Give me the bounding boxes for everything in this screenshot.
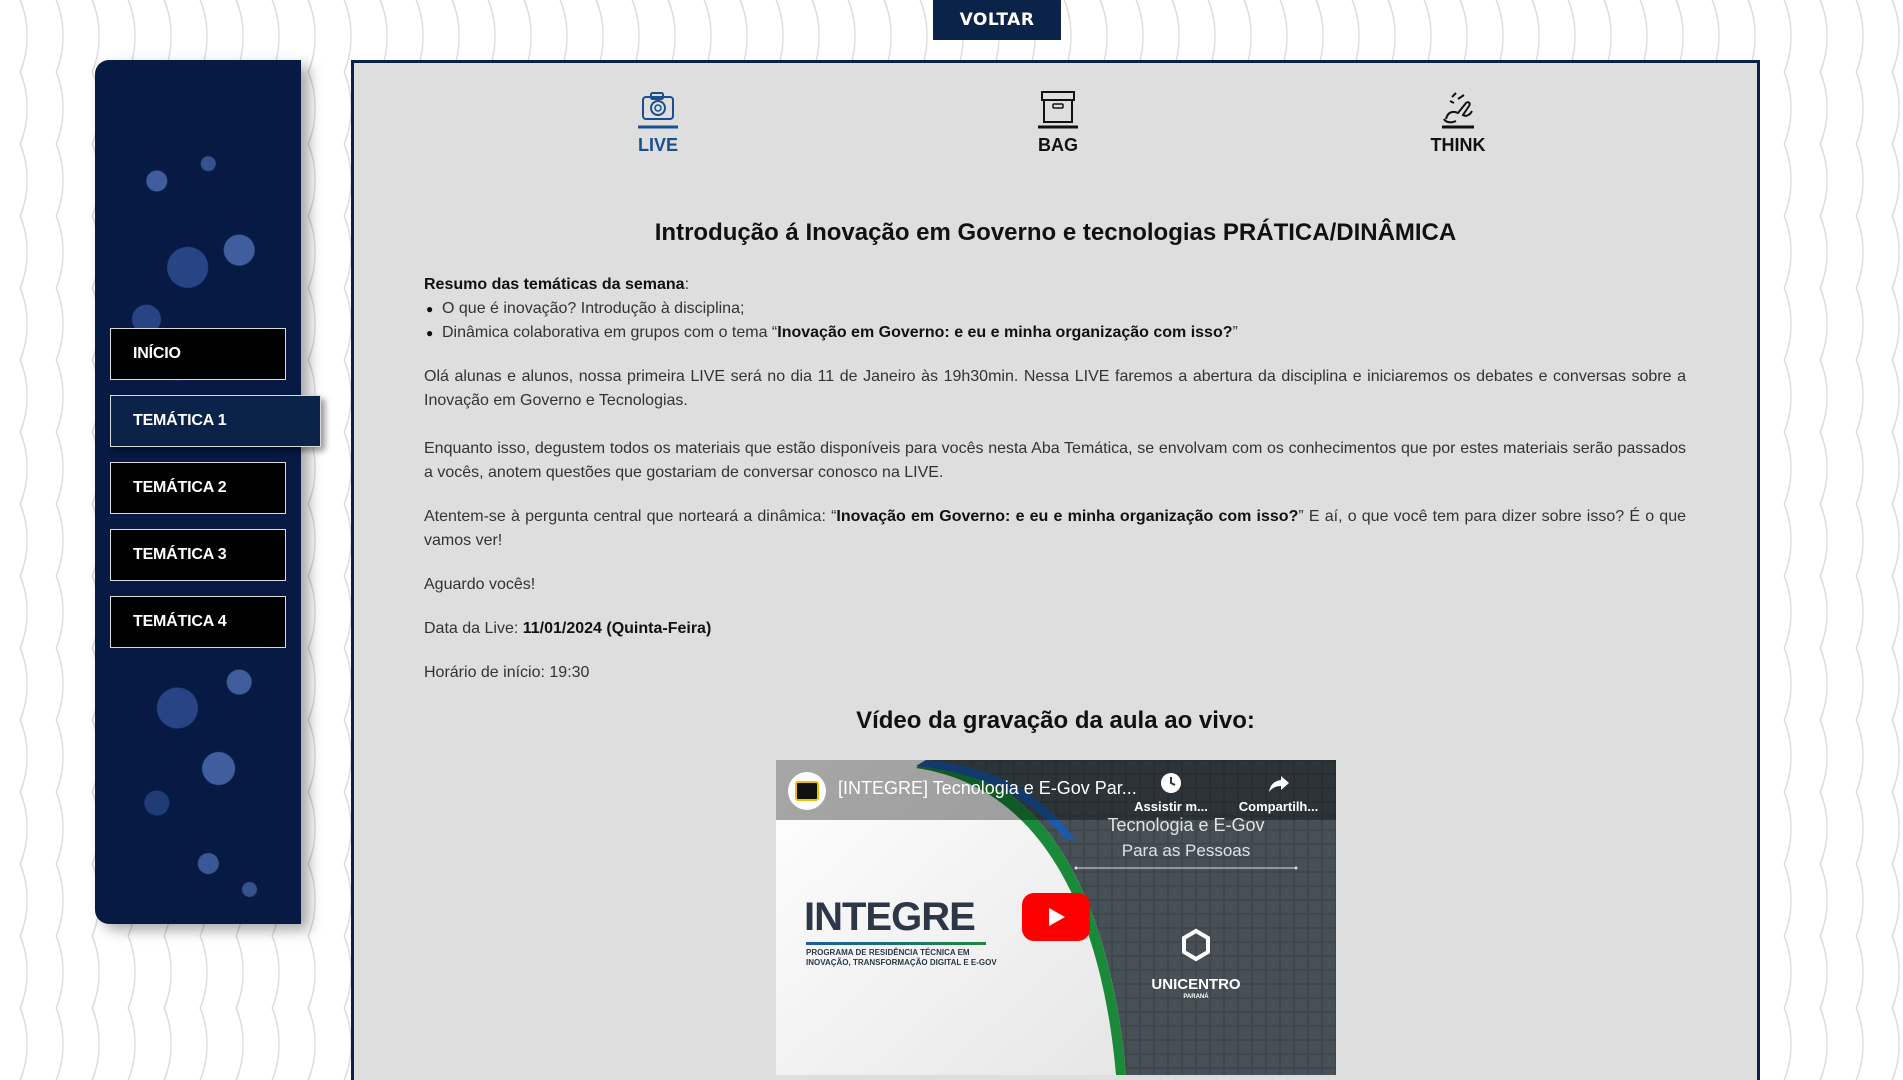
paragraph-materials: Enquanto isso, degustem todos os materia… (424, 440, 1686, 481)
video-heading: Vídeo da gravação da aula ao vivo: (856, 707, 1255, 734)
clock-icon (1161, 773, 1181, 793)
university-subtext: PARANÁ (1183, 994, 1209, 1000)
summary-colon: : (684, 276, 690, 293)
back-button[interactable]: VOLTAR (933, 0, 1061, 40)
video-title[interactable]: [INTEGRE] Tecnologia e E-Gov Par... (838, 778, 1137, 799)
live-date-value: 11/01/2024 (Quinta-Feira) (522, 620, 712, 637)
tab-think-label: THINK (1430, 135, 1486, 155)
youtube-video-embed[interactable]: [INTEGRE] Tecnologia e E-Gov Par... Assi… (776, 760, 1336, 1075)
share-icon (1268, 776, 1289, 792)
bullet-2-bold: Inovação em Governo: e eu e minha organi… (777, 324, 1233, 341)
thumbnail-heading: Tecnologia e E-Gov (1107, 815, 1265, 835)
content-panel: LIVE BAG THINK Introdução á Inovação em … (351, 60, 1760, 1080)
live-date: Data da Live: 11/01/2024 (Quinta-Feira) (424, 617, 1686, 641)
live-description: Resumo das temáticas da semana: O que é … (424, 273, 1686, 705)
sidebar-item-tematica-4[interactable]: TEMÁTICA 4 (110, 596, 286, 648)
integre-subtitle-2: INOVAÇÃO, TRANSFORMAÇÃO DIGITAL E E-GOV (806, 958, 997, 967)
channel-avatar[interactable] (788, 772, 826, 810)
summary-label: Resumo das temáticas da semana (424, 276, 685, 293)
tab-live[interactable]: LIVE (598, 87, 718, 156)
page-title: Introdução á Inovação em Governo e tecno… (654, 219, 1457, 246)
list-item: Dinâmica colaborativa em grupos com o te… (424, 321, 1686, 345)
watch-later-button[interactable]: Assistir m... (1126, 772, 1216, 814)
channel-logo-icon (795, 781, 819, 801)
tab-bag-label: BAG (1038, 135, 1078, 155)
paragraph-question-bold: Inovação em Governo: e eu e minha organi… (836, 508, 1299, 525)
hand-idea-icon (1442, 92, 1474, 129)
sidebar-item-inicio[interactable]: INÍCIO (110, 328, 286, 380)
tab-bag[interactable]: BAG (998, 87, 1118, 156)
summary-list: O que é inovação? Introdução à disciplin… (424, 297, 1686, 345)
paragraph-intro: Olá alunas e alunos, nossa primeira LIVE… (424, 368, 1686, 409)
tab-live-label: LIVE (637, 135, 678, 155)
share-button[interactable]: Compartilh... (1231, 772, 1326, 814)
university-logo-text: UNICENTRO (1151, 976, 1241, 993)
paragraph-question: Atentem-se à pergunta central que nortea… (424, 505, 1686, 553)
integre-logo-underline (806, 942, 986, 945)
paragraph-greeting: Aguardo vocês! (424, 576, 536, 593)
bullet-2-prefix: Dinâmica colaborativa em grupos com o te… (442, 324, 778, 341)
archive-box-icon (1038, 91, 1078, 129)
sidebar-item-tematica-3[interactable]: TEMÁTICA 3 (110, 529, 286, 581)
paragraph-question-prefix: Atentem-se à pergunta central que nortea… (424, 508, 837, 525)
live-date-label: Data da Live: (424, 620, 523, 637)
integre-subtitle-1: PROGRAMA DE RESIDÊNCIA TÉCNICA EM (806, 948, 970, 957)
sidebar-item-tematica-1[interactable]: TEMÁTICA 1 (110, 395, 321, 447)
tab-think[interactable]: THINK (1398, 87, 1518, 156)
live-time: Horário de início: 19:30 (424, 664, 590, 681)
camera-icon (638, 92, 678, 129)
share-label: Compartilh... (1238, 799, 1319, 814)
list-item: O que é inovação? Introdução à disciplin… (424, 297, 1686, 321)
play-button[interactable] (1022, 893, 1090, 941)
play-icon (1049, 908, 1065, 926)
integre-logo: INTEGRE (804, 895, 976, 939)
bullet-2-suffix: ” (1232, 324, 1238, 341)
bullet-1-text: O que é inovação? Introdução à disciplin… (442, 300, 745, 317)
thumbnail-subheading: Para as Pessoas (1121, 841, 1251, 860)
watch-later-label: Assistir m... (1134, 799, 1208, 814)
sidebar-item-tematica-2[interactable]: TEMÁTICA 2 (110, 462, 286, 514)
